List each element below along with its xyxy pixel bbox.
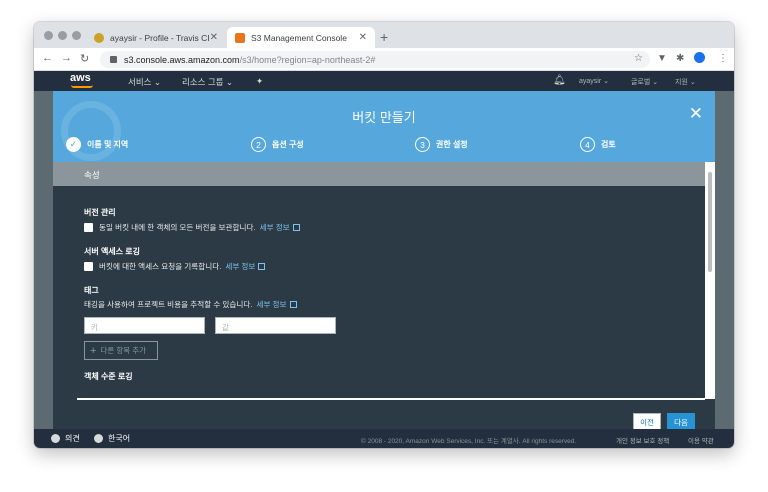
s3-favicon-icon <box>235 32 245 43</box>
lock-icon <box>110 56 117 63</box>
access-logging-label: 서버 액세스 로깅 <box>84 247 140 256</box>
versioning-label: 버전 관리 <box>84 208 116 217</box>
region-menu[interactable]: 글로벌 ⌄ <box>631 77 658 87</box>
step-set-permissions[interactable]: 3 권한 설정 <box>415 137 468 152</box>
forward-arrow-icon[interactable]: → <box>61 52 72 64</box>
modal-title: 버킷 만들기 <box>352 110 416 125</box>
language-label: 한국어 <box>108 434 131 443</box>
tab-close-icon[interactable]: ✕ <box>210 32 218 43</box>
tab-strip: ayaysir - Profile - Travis CI ✕ S3 Manag… <box>34 22 734 48</box>
access-logging-details-link[interactable]: 세부 정보 <box>225 261 255 272</box>
chat-bubble-icon <box>51 434 60 443</box>
versioning-row: 동일 버킷 내에 한 객체의 모든 버전을 보관합니다. 세부 정보 <box>84 222 300 233</box>
travis-favicon-icon <box>94 32 104 43</box>
feedback-label: 의견 <box>65 434 80 443</box>
aws-logo-smile-icon <box>71 85 93 88</box>
content-divider <box>77 398 705 400</box>
versioning-details-link[interactable]: 세부 정보 <box>260 222 290 233</box>
step-label: 옵션 구성 <box>272 140 304 149</box>
tag-value-input[interactable]: 값 <box>215 317 336 334</box>
access-logging-checkbox[interactable] <box>84 262 93 271</box>
access-logging-row: 버킷에 대한 액세스 요청을 기록합니다. 세부 정보 <box>84 261 266 272</box>
globe-icon <box>94 434 103 443</box>
browser-menu-icon[interactable]: ⋮ <box>718 53 728 64</box>
step-number: 4 <box>580 137 595 152</box>
tab-close-icon[interactable]: ✕ <box>359 32 367 43</box>
modal-header: 버킷 만들기 ✕ ✓ 이름 및 지역 2 옵션 구성 3 권한 설정 4 검토 <box>53 91 715 162</box>
step-configure-options[interactable]: 2 옵션 구성 <box>251 137 304 152</box>
external-link-icon <box>289 301 297 308</box>
console-footer: 의견 한국어 © 2008 - 2020, Amazon Web Service… <box>34 429 734 448</box>
step-number: 3 <box>415 137 430 152</box>
pin-icon[interactable]: ✦ <box>256 76 263 87</box>
external-link-icon <box>258 263 266 270</box>
access-logging-text: 버킷에 대한 액세스 요청을 기록합니다. <box>99 262 222 271</box>
extension-vue-icon[interactable]: ▼ <box>657 53 667 64</box>
services-menu[interactable]: 서비스 ⌄ <box>128 76 161 88</box>
scrollbar-thumb[interactable] <box>708 172 712 272</box>
section-header: 속성 <box>53 162 705 186</box>
tags-description-row: 태깅을 사용하여 프로젝트 비용을 추적할 수 있습니다. 세부 정보 <box>84 299 297 310</box>
aws-navbar: aws 서비스 ⌄ 리소스 그룹 ⌄ ✦ 🔔︎ ayaysir ⌄ 글로벌 ⌄ … <box>34 71 734 91</box>
tab-title: S3 Management Console <box>251 32 347 43</box>
scrollbar[interactable] <box>705 162 715 399</box>
versioning-checkbox[interactable] <box>84 223 93 232</box>
browser-toolbar: ← → ↻ s3.console.aws.amazon.com/s3/home?… <box>34 48 734 71</box>
add-tag-button[interactable]: + 다른 항목 추가 <box>84 341 158 360</box>
tags-description: 태깅을 사용하여 프로젝트 비용을 추적할 수 있습니다. <box>84 300 253 309</box>
window-zoom-dot[interactable] <box>72 31 81 40</box>
resource-groups-menu[interactable]: 리소스 그룹 ⌄ <box>182 76 233 88</box>
aws-logo[interactable]: aws <box>70 72 91 84</box>
step-review[interactable]: 4 검토 <box>580 137 616 152</box>
step-name-region[interactable]: ✓ 이름 및 지역 <box>66 137 128 152</box>
reload-icon[interactable]: ↻ <box>80 52 89 65</box>
external-link-icon <box>292 224 300 231</box>
copyright-text: © 2008 - 2020, Amazon Web Services, Inc.… <box>361 438 577 445</box>
new-tab-button[interactable]: + <box>380 29 388 45</box>
add-tag-label: 다른 항목 추가 <box>100 346 147 355</box>
window-minimize-dot[interactable] <box>58 31 67 40</box>
profile-avatar-icon[interactable] <box>694 52 705 63</box>
tags-label: 태그 <box>84 286 99 295</box>
bookmark-star-icon[interactable]: ☆ <box>634 53 643 64</box>
plus-icon: + <box>90 344 97 357</box>
back-arrow-icon[interactable]: ← <box>42 52 53 64</box>
url-path: /s3/home?region=ap-northeast-2# <box>239 54 376 65</box>
browser-window: ayaysir - Profile - Travis CI ✕ S3 Manag… <box>34 22 734 448</box>
versioning-text: 동일 버킷 내에 한 객체의 모든 버전을 보관합니다. <box>99 223 256 232</box>
object-logging-label: 객체 수준 로깅 <box>84 372 133 381</box>
step-number: 2 <box>251 137 266 152</box>
step-label: 검토 <box>601 140 616 149</box>
tag-key-input[interactable]: 키 <box>84 317 205 334</box>
tab-travis[interactable]: ayaysir - Profile - Travis CI ✕ <box>86 27 226 48</box>
language-selector[interactable]: 한국어 <box>94 433 130 444</box>
feedback-link[interactable]: 의견 <box>51 433 80 444</box>
checkmark-icon: ✓ <box>66 137 81 152</box>
bell-icon[interactable]: 🔔︎ <box>553 75 566 86</box>
step-label: 권한 설정 <box>436 140 468 149</box>
user-menu[interactable]: ayaysir ⌄ <box>579 77 609 85</box>
terms-link[interactable]: 이용 약관 <box>688 435 714 445</box>
support-menu[interactable]: 지원 ⌄ <box>675 77 696 87</box>
tab-title: ayaysir - Profile - Travis CI <box>110 32 210 43</box>
create-bucket-modal: 버킷 만들기 ✕ ✓ 이름 및 지역 2 옵션 구성 3 권한 설정 4 검토 … <box>53 91 715 432</box>
address-bar[interactable]: s3.console.aws.amazon.com/s3/home?region… <box>100 51 650 68</box>
extension-puzzle-icon[interactable]: ✱ <box>676 53 684 64</box>
close-icon[interactable]: ✕ <box>689 105 703 122</box>
tags-details-link[interactable]: 세부 정보 <box>256 299 286 310</box>
window-close-dot[interactable] <box>44 31 53 40</box>
privacy-policy-link[interactable]: 개인 정보 보호 정책 <box>616 435 669 445</box>
step-label: 이름 및 지역 <box>87 140 129 149</box>
tab-s3-console[interactable]: S3 Management Console ✕ <box>227 27 375 48</box>
url-host: s3.console.aws.amazon.com <box>124 54 240 65</box>
